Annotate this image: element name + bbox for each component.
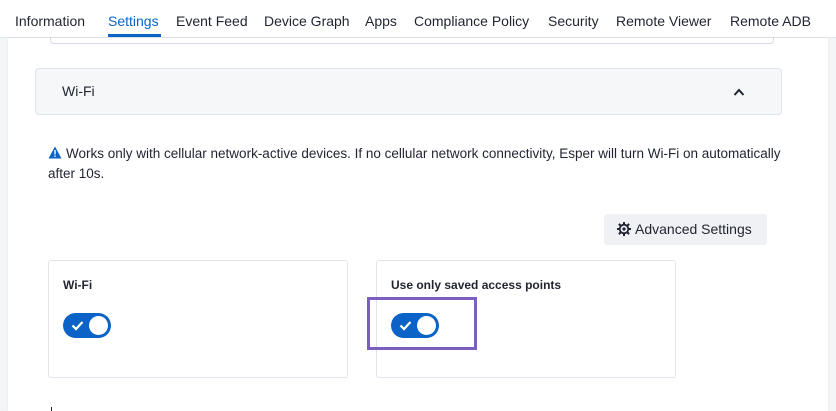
section-title: Wi-Fi (62, 83, 95, 99)
active-tab-indicator (108, 34, 161, 37)
warning-triangle-icon (48, 146, 62, 159)
wifi-card-title: Wi-Fi (63, 278, 93, 292)
tab-compliance-policy[interactable]: Compliance Policy (414, 12, 529, 30)
tab-information[interactable]: Information (15, 12, 85, 30)
toggle-knob (89, 316, 108, 335)
wifi-section-header[interactable]: Wi-Fi (35, 68, 782, 115)
tab-apps[interactable]: Apps (365, 12, 397, 30)
wifi-toggle[interactable] (63, 313, 111, 338)
highlight-box (367, 297, 477, 350)
check-icon (71, 321, 84, 331)
saved-access-points-title: Use only saved access points (391, 278, 562, 292)
advanced-settings-label: Advanced Settings (635, 221, 752, 237)
tab-device-graph[interactable]: Device Graph (264, 12, 350, 30)
warning-text: Works only with cellular network-active … (48, 146, 781, 181)
gear-icon (617, 222, 631, 236)
advanced-settings-button[interactable]: Advanced Settings (604, 214, 767, 245)
tab-settings[interactable]: Settings (108, 12, 159, 30)
divider-mark (51, 407, 52, 411)
previous-section-edge (50, 38, 774, 44)
tab-remote-adb[interactable]: Remote ADB (730, 12, 811, 30)
settings-panel: Wi-Fi Works only with cellular network-a… (8, 38, 828, 411)
warning-message: Works only with cellular network-active … (48, 144, 788, 184)
tab-bar: Information Settings Event Feed Device G… (0, 0, 836, 38)
tab-event-feed[interactable]: Event Feed (176, 12, 248, 30)
chevron-up-icon[interactable] (733, 87, 745, 97)
tab-remote-viewer[interactable]: Remote Viewer (616, 12, 711, 30)
tab-security[interactable]: Security (548, 12, 599, 30)
wifi-card: Wi-Fi (48, 260, 348, 378)
